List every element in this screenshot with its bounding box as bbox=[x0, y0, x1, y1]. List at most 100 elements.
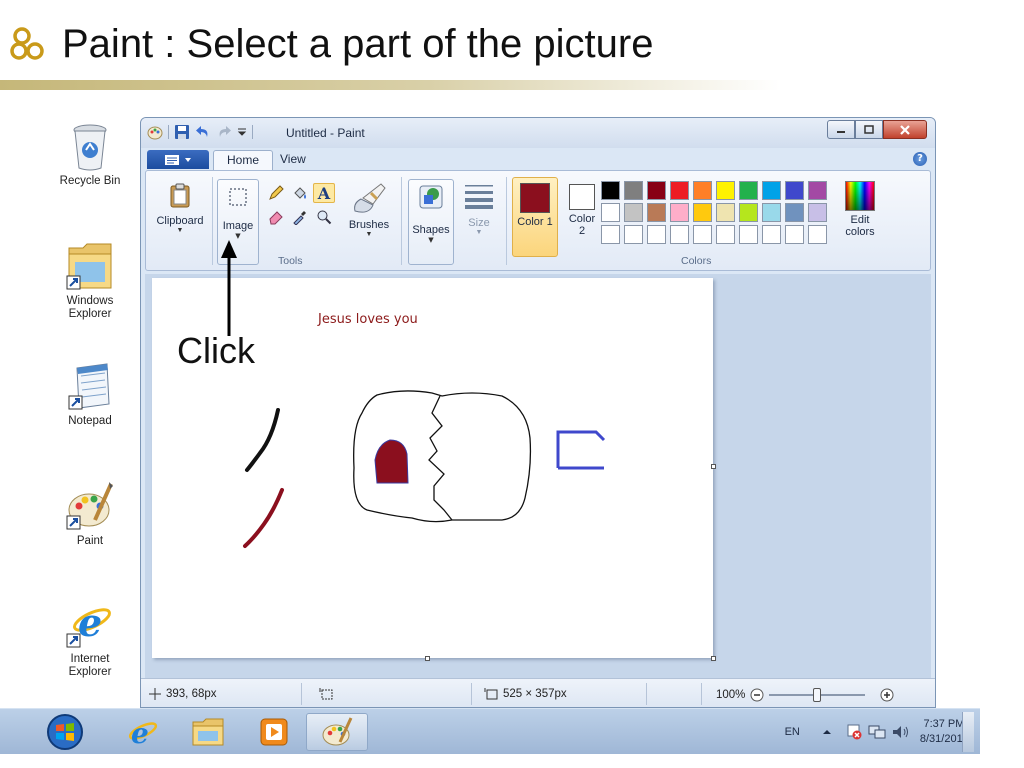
crosshair-icon bbox=[149, 688, 161, 700]
tab-view[interactable]: View bbox=[267, 150, 319, 170]
clock[interactable]: 7:37 PM 8/31/2011 bbox=[920, 717, 968, 747]
palette-swatch[interactable] bbox=[739, 203, 758, 222]
pencil-tool[interactable] bbox=[265, 183, 287, 203]
shapes-button[interactable]: Shapes ▼ bbox=[408, 179, 454, 265]
help-icon[interactable]: ? bbox=[913, 152, 927, 166]
palette-swatch[interactable] bbox=[601, 203, 620, 222]
show-desktop-button[interactable] bbox=[962, 712, 974, 752]
color-picker-tool[interactable] bbox=[289, 207, 311, 227]
zoom-slider-thumb[interactable] bbox=[813, 688, 822, 702]
svg-text:e: e bbox=[131, 717, 149, 749]
palette-swatch[interactable] bbox=[693, 181, 712, 200]
resize-handle-corner[interactable] bbox=[711, 656, 716, 661]
language-indicator[interactable]: EN bbox=[785, 726, 800, 738]
ribbon-home: Clipboard ▼ Image ▼ A Tools Brushes ▼ Sh… bbox=[145, 170, 931, 271]
quick-access-toolbar bbox=[147, 124, 253, 140]
palette-swatch[interactable] bbox=[716, 181, 735, 200]
palette-swatch[interactable] bbox=[716, 203, 735, 222]
desktop-icon-label: Windows Explorer bbox=[66, 295, 114, 320]
paint-palette-icon bbox=[66, 482, 113, 530]
palette-swatch[interactable] bbox=[693, 225, 712, 244]
show-hidden-icons-icon[interactable] bbox=[822, 727, 832, 737]
network-icon[interactable] bbox=[868, 724, 886, 740]
chevron-down-icon: ▼ bbox=[176, 227, 184, 234]
color1-button[interactable]: Color 1 bbox=[512, 177, 558, 257]
palette-swatch[interactable] bbox=[739, 225, 758, 244]
paint-menu-icon bbox=[165, 154, 179, 165]
palette-swatch[interactable] bbox=[762, 203, 781, 222]
resize-handle-right[interactable] bbox=[711, 464, 716, 469]
clipboard-button[interactable]: Clipboard ▼ bbox=[150, 179, 210, 235]
palette-swatch[interactable] bbox=[785, 181, 804, 200]
palette-swatch[interactable] bbox=[670, 181, 689, 200]
taskbar-windows-explorer[interactable] bbox=[180, 713, 236, 751]
colors-group-label: Colors bbox=[681, 255, 712, 267]
palette-swatch[interactable] bbox=[739, 181, 758, 200]
fill-tool[interactable] bbox=[289, 183, 311, 203]
size-button[interactable]: Size ▼ bbox=[459, 179, 499, 237]
minimize-button[interactable] bbox=[827, 120, 855, 139]
palette-swatch[interactable] bbox=[670, 203, 689, 222]
recycle-bin-icon bbox=[73, 124, 107, 171]
desktop-icon-windows-explorer[interactable]: Windows Explorer bbox=[48, 238, 132, 321]
palette-swatch[interactable] bbox=[693, 203, 712, 222]
palette-swatch[interactable] bbox=[785, 225, 804, 244]
palette-swatch[interactable] bbox=[808, 225, 827, 244]
close-button[interactable] bbox=[883, 120, 927, 139]
palette-swatch[interactable] bbox=[670, 225, 689, 244]
action-center-icon[interactable] bbox=[846, 724, 862, 740]
chevron-down-icon bbox=[185, 157, 191, 162]
palette-swatch[interactable] bbox=[762, 225, 781, 244]
brushes-button[interactable]: Brushes ▼ bbox=[343, 179, 395, 239]
close-icon bbox=[900, 124, 910, 135]
palette-swatch[interactable] bbox=[647, 181, 666, 200]
desktop-icon-paint[interactable]: Paint bbox=[48, 480, 132, 548]
paint-menu-button[interactable] bbox=[147, 150, 209, 169]
palette-swatch[interactable] bbox=[601, 225, 620, 244]
desktop-icon-label: Internet Explorer bbox=[68, 653, 112, 678]
folder-icon bbox=[66, 243, 112, 290]
customize-qat-icon[interactable] bbox=[237, 124, 247, 140]
brushes-label: Brushes bbox=[348, 219, 390, 231]
canvas-size: 525 × 357px bbox=[484, 688, 567, 700]
resize-handle-bottom[interactable] bbox=[425, 656, 430, 661]
paint-app-icon[interactable] bbox=[147, 124, 163, 140]
palette-swatch[interactable] bbox=[624, 203, 643, 222]
minimize-icon bbox=[837, 130, 845, 133]
taskbar-internet-explorer[interactable]: e bbox=[114, 713, 170, 751]
color2-button[interactable]: Color 2 bbox=[562, 177, 602, 237]
maximize-button[interactable] bbox=[855, 120, 883, 139]
text-tool[interactable]: A bbox=[313, 183, 335, 203]
volume-icon[interactable] bbox=[892, 724, 910, 740]
magnifier-tool[interactable] bbox=[313, 207, 335, 227]
zoom-out-icon[interactable] bbox=[750, 688, 764, 702]
undo-icon[interactable] bbox=[195, 124, 211, 140]
palette-swatch[interactable] bbox=[716, 225, 735, 244]
zoom-slider[interactable] bbox=[769, 688, 866, 702]
title-bar[interactable]: Untitled - Paint bbox=[141, 118, 935, 148]
palette-swatch[interactable] bbox=[785, 203, 804, 222]
start-button[interactable] bbox=[42, 713, 88, 751]
palette-swatch[interactable] bbox=[762, 181, 781, 200]
palette-swatch[interactable] bbox=[601, 181, 620, 200]
palette-swatch[interactable] bbox=[647, 225, 666, 244]
desktop-icon-internet-explorer[interactable]: e Internet Explorer bbox=[48, 596, 132, 679]
palette-swatch[interactable] bbox=[808, 181, 827, 200]
tab-home[interactable]: Home bbox=[213, 150, 274, 170]
palette-swatch[interactable] bbox=[624, 225, 643, 244]
desktop-icon-recycle-bin[interactable]: Recycle Bin bbox=[48, 122, 132, 188]
system-tray: EN 7:37 PM 8/31/2011 bbox=[785, 709, 980, 755]
eraser-tool[interactable] bbox=[265, 207, 287, 227]
palette-swatch[interactable] bbox=[624, 181, 643, 200]
palette-swatch[interactable] bbox=[808, 203, 827, 222]
taskbar-media-player[interactable] bbox=[246, 713, 302, 751]
redo-icon[interactable] bbox=[216, 124, 232, 140]
edit-colors-button[interactable]: Edit colors bbox=[838, 181, 882, 238]
edit-colors-label: Edit colors bbox=[845, 214, 875, 238]
zoom-in-icon[interactable] bbox=[880, 688, 894, 702]
tools-group: A bbox=[265, 183, 335, 227]
save-icon[interactable] bbox=[174, 124, 190, 140]
palette-swatch[interactable] bbox=[647, 203, 666, 222]
taskbar-paint[interactable] bbox=[306, 713, 368, 751]
desktop-icon-notepad[interactable]: Notepad bbox=[48, 360, 132, 428]
